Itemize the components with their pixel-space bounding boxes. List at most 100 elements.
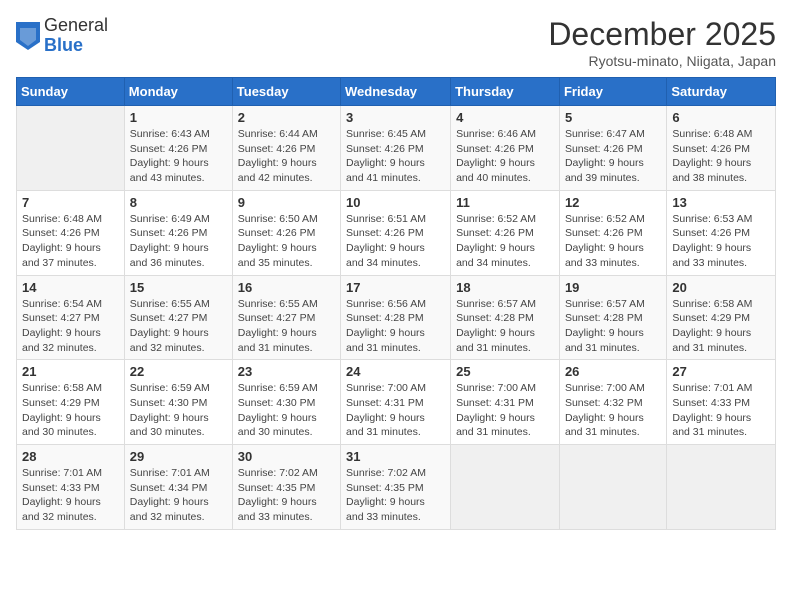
- logo: General Blue: [16, 16, 108, 56]
- calendar-cell: [451, 445, 560, 530]
- cell-info: Sunrise: 6:47 AMSunset: 4:26 PMDaylight:…: [565, 128, 645, 184]
- cell-info: Sunrise: 7:02 AMSunset: 4:35 PMDaylight:…: [238, 467, 318, 523]
- calendar-cell: [667, 445, 776, 530]
- cell-info: Sunrise: 6:50 AMSunset: 4:26 PMDaylight:…: [238, 213, 318, 269]
- calendar-week-row: 21 Sunrise: 6:58 AMSunset: 4:29 PMDayligh…: [17, 360, 776, 445]
- cell-info: Sunrise: 6:48 AMSunset: 4:26 PMDaylight:…: [672, 128, 752, 184]
- header-thursday: Thursday: [451, 78, 560, 106]
- cell-info: Sunrise: 6:58 AMSunset: 4:29 PMDaylight:…: [22, 382, 102, 438]
- calendar-cell: 16 Sunrise: 6:55 AMSunset: 4:27 PMDayligh…: [232, 275, 340, 360]
- calendar-cell: 14Sunrise: 6:54 AMSunset: 4:27 PMDayligh…: [17, 275, 125, 360]
- day-number: 30: [238, 449, 335, 464]
- header-friday: Friday: [559, 78, 666, 106]
- day-number: 29: [130, 449, 227, 464]
- calendar-cell: 26 Sunrise: 7:00 AMSunset: 4:32 PMDayligh…: [559, 360, 666, 445]
- day-number: 12: [565, 195, 661, 210]
- title-block: December 2025 Ryotsu-minato, Niigata, Ja…: [548, 16, 776, 69]
- cell-info: Sunrise: 6:59 AMSunset: 4:30 PMDaylight:…: [130, 382, 210, 438]
- cell-info: Sunrise: 7:01 AMSunset: 4:33 PMDaylight:…: [672, 382, 752, 438]
- calendar-cell: 1 Sunrise: 6:43 AMSunset: 4:26 PMDaylight…: [124, 106, 232, 191]
- day-number: 26: [565, 364, 661, 379]
- calendar-cell: 29 Sunrise: 7:01 AMSunset: 4:34 PMDayligh…: [124, 445, 232, 530]
- calendar-cell: 12 Sunrise: 6:52 AMSunset: 4:26 PMDayligh…: [559, 190, 666, 275]
- calendar-cell: 13 Sunrise: 6:53 AMSunset: 4:26 PMDayligh…: [667, 190, 776, 275]
- day-number: 18: [456, 280, 554, 295]
- day-number: 15: [130, 280, 227, 295]
- day-number: 2: [238, 110, 335, 125]
- day-number: 16: [238, 280, 335, 295]
- day-number: 3: [346, 110, 445, 125]
- calendar-cell: 18 Sunrise: 6:57 AMSunset: 4:28 PMDayligh…: [451, 275, 560, 360]
- cell-info: Sunrise: 7:00 AMSunset: 4:31 PMDaylight:…: [346, 382, 426, 438]
- calendar-cell: 23 Sunrise: 6:59 AMSunset: 4:30 PMDayligh…: [232, 360, 340, 445]
- calendar-week-row: 1 Sunrise: 6:43 AMSunset: 4:26 PMDaylight…: [17, 106, 776, 191]
- calendar-week-row: 14Sunrise: 6:54 AMSunset: 4:27 PMDayligh…: [17, 275, 776, 360]
- page-header: General Blue December 2025 Ryotsu-minato…: [16, 16, 776, 69]
- day-number: 31: [346, 449, 445, 464]
- cell-info: Sunrise: 6:55 AMSunset: 4:27 PMDaylight:…: [238, 298, 318, 354]
- logo-icon: [16, 22, 40, 50]
- header-monday: Monday: [124, 78, 232, 106]
- location-label: Ryotsu-minato, Niigata, Japan: [548, 53, 776, 69]
- calendar-cell: 24Sunrise: 7:00 AMSunset: 4:31 PMDayligh…: [341, 360, 451, 445]
- cell-info: Sunrise: 7:01 AMSunset: 4:34 PMDaylight:…: [130, 467, 210, 523]
- header-sunday: Sunday: [17, 78, 125, 106]
- day-number: 1: [130, 110, 227, 125]
- calendar-week-row: 28Sunrise: 7:01 AMSunset: 4:33 PMDayligh…: [17, 445, 776, 530]
- cell-info: Sunrise: 6:43 AMSunset: 4:26 PMDaylight:…: [130, 128, 210, 184]
- day-number: 25: [456, 364, 554, 379]
- day-number: 28: [22, 449, 119, 464]
- day-number: 21: [22, 364, 119, 379]
- calendar-cell: 17Sunrise: 6:56 AMSunset: 4:28 PMDayligh…: [341, 275, 451, 360]
- day-number: 13: [672, 195, 770, 210]
- calendar-cell: 20 Sunrise: 6:58 AMSunset: 4:29 PMDayligh…: [667, 275, 776, 360]
- calendar-cell: 6 Sunrise: 6:48 AMSunset: 4:26 PMDaylight…: [667, 106, 776, 191]
- cell-info: Sunrise: 6:52 AMSunset: 4:26 PMDaylight:…: [565, 213, 645, 269]
- cell-info: Sunrise: 6:46 AMSunset: 4:26 PMDaylight:…: [456, 128, 536, 184]
- cell-info: Sunrise: 6:57 AMSunset: 4:28 PMDaylight:…: [456, 298, 536, 354]
- calendar-cell: 4 Sunrise: 6:46 AMSunset: 4:26 PMDaylight…: [451, 106, 560, 191]
- day-number: 23: [238, 364, 335, 379]
- logo-blue-label: Blue: [44, 36, 108, 56]
- cell-info: Sunrise: 6:53 AMSunset: 4:26 PMDaylight:…: [672, 213, 752, 269]
- cell-info: Sunrise: 6:45 AMSunset: 4:26 PMDaylight:…: [346, 128, 426, 184]
- calendar-cell: 22 Sunrise: 6:59 AMSunset: 4:30 PMDayligh…: [124, 360, 232, 445]
- day-number: 4: [456, 110, 554, 125]
- calendar-header-row: SundayMondayTuesdayWednesdayThursdayFrid…: [17, 78, 776, 106]
- day-number: 9: [238, 195, 335, 210]
- month-title: December 2025: [548, 16, 776, 53]
- day-number: 8: [130, 195, 227, 210]
- calendar-cell: 15 Sunrise: 6:55 AMSunset: 4:27 PMDayligh…: [124, 275, 232, 360]
- calendar-cell: [559, 445, 666, 530]
- day-number: 11: [456, 195, 554, 210]
- header-tuesday: Tuesday: [232, 78, 340, 106]
- day-number: 6: [672, 110, 770, 125]
- cell-info: Sunrise: 6:58 AMSunset: 4:29 PMDaylight:…: [672, 298, 752, 354]
- day-number: 27: [672, 364, 770, 379]
- day-number: 20: [672, 280, 770, 295]
- day-number: 17: [346, 280, 445, 295]
- calendar-cell: 7Sunrise: 6:48 AMSunset: 4:26 PMDaylight…: [17, 190, 125, 275]
- calendar-cell: 10Sunrise: 6:51 AMSunset: 4:26 PMDayligh…: [341, 190, 451, 275]
- day-number: 5: [565, 110, 661, 125]
- calendar-cell: 21 Sunrise: 6:58 AMSunset: 4:29 PMDayligh…: [17, 360, 125, 445]
- calendar-cell: [17, 106, 125, 191]
- calendar-cell: 30 Sunrise: 7:02 AMSunset: 4:35 PMDayligh…: [232, 445, 340, 530]
- calendar-cell: 25 Sunrise: 7:00 AMSunset: 4:31 PMDayligh…: [451, 360, 560, 445]
- calendar-cell: 11 Sunrise: 6:52 AMSunset: 4:26 PMDayligh…: [451, 190, 560, 275]
- cell-info: Sunrise: 6:59 AMSunset: 4:30 PMDaylight:…: [238, 382, 318, 438]
- header-wednesday: Wednesday: [341, 78, 451, 106]
- calendar-cell: 3 Sunrise: 6:45 AMSunset: 4:26 PMDaylight…: [341, 106, 451, 191]
- cell-info: Sunrise: 6:48 AMSunset: 4:26 PMDaylight:…: [22, 213, 102, 269]
- cell-info: Sunrise: 7:00 AMSunset: 4:32 PMDaylight:…: [565, 382, 645, 438]
- cell-info: Sunrise: 6:51 AMSunset: 4:26 PMDaylight:…: [346, 213, 426, 269]
- cell-info: Sunrise: 6:55 AMSunset: 4:27 PMDaylight:…: [130, 298, 210, 354]
- calendar-week-row: 7Sunrise: 6:48 AMSunset: 4:26 PMDaylight…: [17, 190, 776, 275]
- calendar-table: SundayMondayTuesdayWednesdayThursdayFrid…: [16, 77, 776, 530]
- day-number: 22: [130, 364, 227, 379]
- header-saturday: Saturday: [667, 78, 776, 106]
- calendar-cell: 28Sunrise: 7:01 AMSunset: 4:33 PMDayligh…: [17, 445, 125, 530]
- cell-info: Sunrise: 6:52 AMSunset: 4:26 PMDaylight:…: [456, 213, 536, 269]
- calendar-cell: 2Sunrise: 6:44 AMSunset: 4:26 PMDaylight…: [232, 106, 340, 191]
- cell-info: Sunrise: 7:00 AMSunset: 4:31 PMDaylight:…: [456, 382, 536, 438]
